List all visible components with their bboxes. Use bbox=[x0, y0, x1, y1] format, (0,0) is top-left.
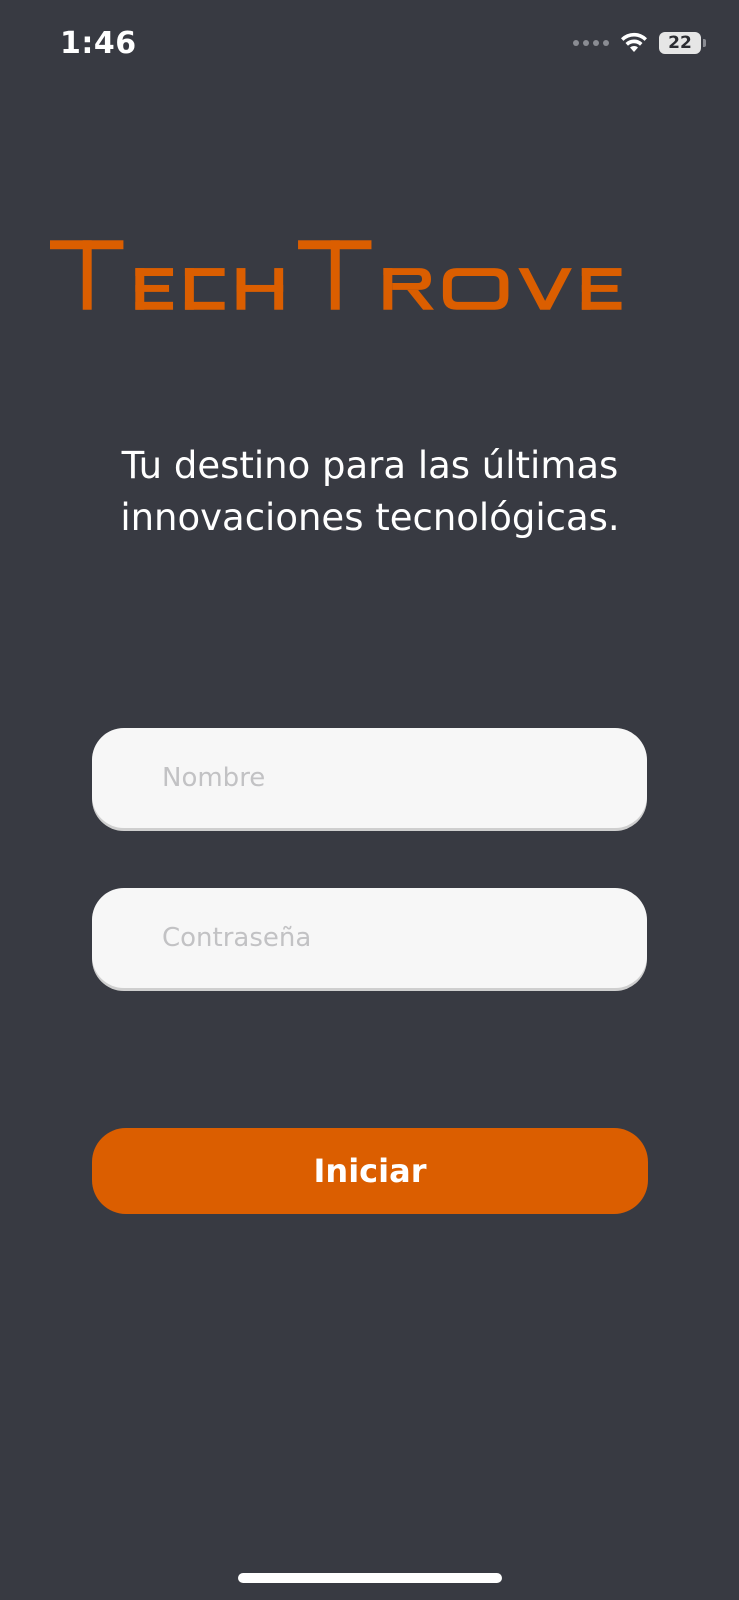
password-field-container bbox=[92, 888, 647, 988]
password-input[interactable] bbox=[92, 888, 647, 988]
status-icons: 22 bbox=[573, 32, 706, 54]
tagline-line-2: innovaciones tecnológicas. bbox=[120, 496, 620, 539]
signal-dots-icon bbox=[573, 40, 609, 46]
battery-level: 22 bbox=[668, 33, 692, 53]
tagline-line-1: Tu destino para las últimas bbox=[121, 444, 619, 487]
tagline: Tu destino para las últimas innovaciones… bbox=[60, 440, 680, 544]
status-bar: 1:46 22 bbox=[0, 0, 739, 92]
logo-letters bbox=[50, 240, 622, 310]
username-field-container bbox=[92, 728, 647, 828]
wifi-icon bbox=[621, 32, 647, 52]
home-indicator bbox=[238, 1573, 502, 1583]
battery-icon: 22 bbox=[659, 32, 706, 54]
username-input[interactable] bbox=[92, 728, 647, 828]
status-time: 1:46 bbox=[60, 26, 137, 61]
techtrove-logo bbox=[50, 240, 622, 310]
start-button[interactable]: Iniciar bbox=[92, 1128, 648, 1214]
